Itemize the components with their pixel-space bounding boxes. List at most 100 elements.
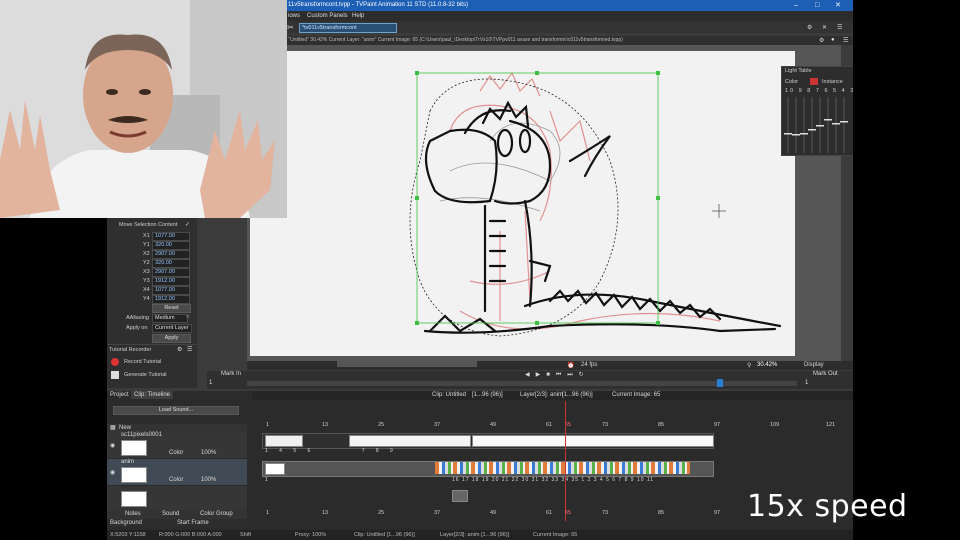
frame-label: 30 bbox=[521, 477, 530, 483]
aaliasing-reset-icon[interactable]: ○ bbox=[186, 314, 190, 320]
fps-value[interactable]: 24 fps bbox=[581, 362, 597, 368]
layer-opacity[interactable]: 100% bbox=[201, 450, 216, 456]
timeline-ruler[interactable]: 1 13 25 37 49 61 65 73 85 97 109 121 bbox=[247, 422, 853, 431]
field-x3-input[interactable]: 2907.00 bbox=[152, 268, 190, 277]
maximize-icon[interactable]: □ bbox=[815, 0, 819, 11]
field-y2-input[interactable]: 320.00 bbox=[152, 259, 190, 268]
eye-icon[interactable]: ◉ bbox=[110, 442, 115, 449]
document-tab[interactable]: *tv011v5transformcont bbox=[299, 23, 397, 33]
tab-sound[interactable]: Sound bbox=[162, 511, 179, 517]
field-y1-input[interactable]: 320.00 bbox=[152, 241, 190, 250]
menu-help[interactable]: Help bbox=[352, 11, 364, 21]
tool-scissors-icon[interactable]: ✂ bbox=[287, 23, 294, 32]
record-tutorial-label[interactable]: Record Tutorial bbox=[124, 359, 161, 365]
frame-slider[interactable] bbox=[247, 381, 797, 386]
frame-label: 8 bbox=[624, 477, 629, 483]
display-select[interactable]: Display bbox=[804, 362, 824, 368]
presenter-video bbox=[0, 0, 287, 218]
track-cel[interactable] bbox=[472, 435, 714, 447]
tab-project[interactable]: Project bbox=[110, 392, 129, 398]
generate-tutorial-label[interactable]: Generate Tutorial bbox=[124, 372, 167, 378]
tab-close-icon[interactable]: ✕ bbox=[822, 24, 827, 31]
checkmark-icon[interactable]: ✓ bbox=[185, 221, 190, 228]
apply-button[interactable]: Apply bbox=[152, 334, 191, 343]
playback-controls-icon[interactable]: ◀▶■⏮⏭↻ bbox=[525, 371, 590, 379]
tab-menu-icon[interactable]: ☰ bbox=[837, 24, 842, 31]
zoom-value[interactable]: 30.42% bbox=[747, 362, 777, 368]
ruler-tick: 85 bbox=[658, 422, 665, 428]
layer-row-bg[interactable] bbox=[107, 486, 247, 510]
tab-notes[interactable]: Notes bbox=[125, 511, 141, 517]
layer-row-bg[interactable]: sc11pixels0001 Color 100% ◉ bbox=[107, 432, 247, 458]
track-cel-bottom[interactable] bbox=[452, 490, 468, 502]
background-label[interactable]: Background bbox=[110, 520, 142, 526]
aaliasing-select[interactable]: Medium bbox=[152, 314, 188, 323]
minimize-icon[interactable]: – bbox=[794, 0, 798, 11]
info-pin-icon[interactable]: ● bbox=[831, 37, 835, 43]
track-cel[interactable] bbox=[265, 435, 303, 447]
frame-label: 2 bbox=[587, 477, 592, 483]
layer-name[interactable]: anim bbox=[121, 459, 134, 465]
layer-row-active[interactable]: anim Color 100% ◉ bbox=[107, 459, 247, 485]
track-cel[interactable] bbox=[265, 463, 285, 475]
field-y3-input[interactable]: 1912.00 bbox=[152, 277, 190, 286]
info-settings-icon[interactable]: ⚙ bbox=[819, 37, 824, 44]
frame-label: 18 bbox=[471, 477, 480, 483]
close-icon[interactable]: ✕ bbox=[835, 0, 841, 11]
mark-in-value[interactable]: 1 bbox=[209, 380, 212, 386]
status-modifier: Shift bbox=[240, 532, 252, 538]
tab-settings-icon[interactable]: ⚙ bbox=[807, 24, 812, 31]
document-tab-label: *tv011v5transformcont bbox=[302, 25, 357, 31]
eye-icon[interactable]: ◉ bbox=[110, 469, 115, 476]
info-menu-icon[interactable]: ☰ bbox=[843, 37, 848, 44]
light-table-color-swatch[interactable] bbox=[810, 78, 818, 85]
dragon-sketch bbox=[409, 71, 782, 337]
menu-custom-panels[interactable]: Custom Panels bbox=[307, 11, 348, 21]
mark-out-value[interactable]: 1 bbox=[805, 380, 808, 386]
track-cel[interactable] bbox=[349, 435, 471, 447]
ruler-tick: 13 bbox=[322, 422, 329, 428]
lt-num: 10 bbox=[785, 88, 796, 94]
new-layer-label[interactable]: New bbox=[119, 425, 131, 431]
field-x2-input[interactable]: 2907.00 bbox=[152, 250, 190, 259]
record-icon[interactable] bbox=[111, 358, 119, 366]
field-y4-input[interactable]: 1912.00 bbox=[152, 295, 190, 304]
load-sound-button[interactable]: Load Sound... bbox=[113, 406, 239, 415]
status-proxy[interactable]: Proxy: 100% bbox=[295, 530, 326, 540]
track-cels-colored[interactable] bbox=[435, 462, 690, 474]
clip-info-text: Clip: "Untitled" 30.42% Current Layer: "… bbox=[277, 37, 623, 43]
current-frame-marker[interactable] bbox=[565, 401, 566, 521]
ruler-tick: 85 bbox=[658, 510, 665, 516]
field-x2-label: X2 bbox=[143, 251, 150, 257]
layer-name[interactable]: sc11pixels0001 bbox=[121, 432, 162, 438]
apply-on-select[interactable]: Current Layer bbox=[152, 324, 192, 333]
field-x3-label: X3 bbox=[143, 269, 150, 275]
timeline-layer: Layer[2/3]: anim bbox=[520, 392, 564, 398]
drawing-canvas[interactable] bbox=[250, 51, 795, 356]
frame-label: 16 bbox=[452, 477, 460, 483]
new-layer-icon[interactable]: ▦ bbox=[110, 424, 116, 431]
generate-tutorial-icon[interactable] bbox=[111, 371, 119, 379]
tab-color-group[interactable]: Color Group bbox=[200, 511, 233, 517]
reset-button[interactable]: Reset bbox=[152, 304, 191, 313]
layer-mode[interactable]: Color bbox=[169, 477, 183, 483]
menu-windows[interactable]: iows bbox=[288, 11, 300, 21]
layer-mode[interactable]: Color bbox=[169, 450, 183, 456]
layer-opacity[interactable]: 100% bbox=[201, 477, 216, 483]
ruler-tick: 25 bbox=[378, 510, 385, 516]
light-table-sliders[interactable] bbox=[784, 97, 852, 153]
lt-num: 3 bbox=[850, 88, 853, 94]
view-scrollbar[interactable] bbox=[337, 361, 477, 367]
field-x1-input[interactable]: 1077.00 bbox=[152, 232, 190, 241]
tab-clip-timeline[interactable]: Clip: Timeline bbox=[131, 391, 174, 399]
field-x4-input[interactable]: 1077.00 bbox=[152, 286, 190, 295]
tutorial-menu-icon[interactable]: ☰ bbox=[187, 346, 192, 353]
tutorial-settings-icon[interactable]: ⚙ bbox=[177, 346, 182, 353]
frame-label: 5 bbox=[293, 448, 302, 454]
fps-icon[interactable]: ⏰ bbox=[567, 362, 574, 369]
frame-slider-handle[interactable] bbox=[717, 379, 723, 387]
field-y1-label: Y1 bbox=[143, 242, 150, 248]
start-frame-label[interactable]: Start Frame bbox=[177, 520, 209, 526]
timeline-panel: Project Clip: Timeline Load Sound... Cli… bbox=[107, 391, 853, 540]
frame-label: 7 bbox=[618, 477, 623, 483]
